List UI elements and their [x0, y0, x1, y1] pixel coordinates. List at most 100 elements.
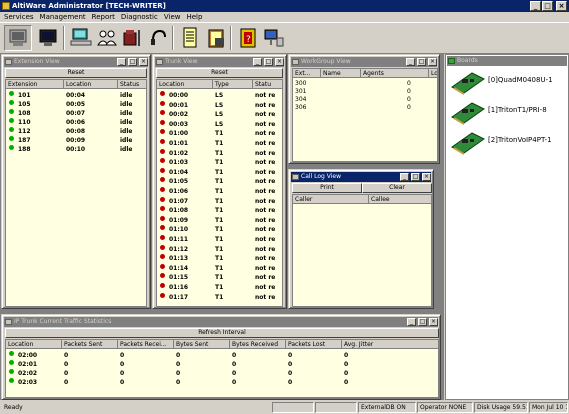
reset-button[interactable]: Reset: [156, 68, 283, 78]
table-row[interactable]: 01:15 T1 not re: [157, 273, 282, 282]
reset-button[interactable]: Reset: [5, 68, 147, 78]
column-header[interactable]: Name: [321, 69, 361, 78]
menu-diagnostic[interactable]: Diagnostic: [121, 13, 158, 21]
column-header[interactable]: Packets Recei...: [118, 340, 174, 349]
users-icon[interactable]: [93, 25, 121, 51]
menu-services[interactable]: Services: [4, 13, 34, 21]
close-button[interactable]: ×: [556, 1, 567, 11]
column-header[interactable]: Callee: [369, 195, 431, 204]
column-header[interactable]: Bytes Sent: [174, 340, 230, 349]
clipboard-lock-icon[interactable]: [203, 25, 231, 51]
table-row[interactable]: 00:01 LS not re: [157, 100, 282, 110]
restore-icon[interactable]: □: [418, 318, 427, 326]
table-row[interactable]: 306 0: [293, 103, 437, 112]
clear-button[interactable]: Clear: [362, 183, 432, 193]
menu-help[interactable]: Help: [186, 13, 202, 21]
restore-icon[interactable]: □: [417, 58, 426, 66]
table-row[interactable]: 00:03 LS not re: [157, 119, 282, 129]
table-row[interactable]: 01:10 T1 not re: [157, 225, 282, 234]
restore-icon[interactable]: □: [411, 173, 420, 181]
table-row[interactable]: 01:13 T1 not re: [157, 254, 282, 263]
minimize-icon[interactable]: _: [253, 58, 262, 66]
minimize-button[interactable]: _: [530, 1, 541, 11]
minimize-icon[interactable]: _: [400, 173, 409, 181]
table-row[interactable]: 02:01 0 0 0 0 0 0: [6, 360, 438, 369]
column-header[interactable]: Bytes Received: [230, 340, 286, 349]
table-row[interactable]: 110 00:06 idle: [6, 118, 146, 127]
column-header[interactable]: Packets Sent: [62, 340, 118, 349]
table-row[interactable]: 01:00 T1 not re: [157, 129, 282, 138]
workgroup-view-titlebar[interactable]: WorkGroup View _ □ ×: [291, 57, 437, 67]
maximize-button[interactable]: □: [542, 1, 553, 11]
board-item[interactable]: [0]QuadM0408U-1: [450, 69, 568, 99]
ip-trunk-stats-titlebar[interactable]: IP Trunk Current Traffic Statistics _ □ …: [4, 317, 438, 327]
table-row[interactable]: 01:03 T1 not re: [157, 158, 282, 167]
column-header[interactable]: Location: [157, 80, 213, 89]
column-header[interactable]: Location: [64, 80, 118, 89]
column-header[interactable]: Extension: [6, 80, 64, 89]
column-header[interactable]: Status: [118, 80, 146, 89]
trunk-view-titlebar[interactable]: Trunk View _ □ ×: [155, 57, 284, 67]
table-row[interactable]: 01:16 T1 not re: [157, 283, 282, 292]
table-row[interactable]: 02:00 0 0 0 0 0 0: [6, 351, 438, 360]
column-header[interactable]: Lo: [429, 69, 437, 78]
table-row[interactable]: 02:03 0 0 0 0 0 0: [6, 378, 438, 387]
table-row[interactable]: 01:11 T1 not re: [157, 235, 282, 244]
phone-tools-icon[interactable]: [119, 25, 147, 51]
table-row[interactable]: 01:14 T1 not re: [157, 263, 282, 273]
print-button[interactable]: Print: [292, 183, 362, 193]
table-row[interactable]: 00:00 LS not re: [157, 91, 282, 100]
restore-icon[interactable]: □: [264, 58, 273, 66]
menu-management[interactable]: Management: [40, 13, 86, 21]
computer-icon[interactable]: [4, 25, 32, 51]
menu-report[interactable]: Report: [92, 13, 115, 21]
refresh-interval-button[interactable]: Refresh Interval: [5, 328, 439, 338]
network-monitor-icon[interactable]: [260, 25, 288, 51]
call-log-view-titlebar[interactable]: Call Log View _ □ ×: [291, 172, 431, 182]
minimize-icon[interactable]: _: [407, 318, 416, 326]
table-row[interactable]: 02:02 0 0 0 0 0 0: [6, 369, 438, 378]
table-row[interactable]: 00:02 LS not re: [157, 110, 282, 119]
document-icon[interactable]: [176, 25, 204, 51]
column-header[interactable]: Ext...: [293, 69, 321, 78]
table-row[interactable]: 01:17 T1 not re: [157, 292, 282, 302]
table-row[interactable]: 01:05 T1 not re: [157, 177, 282, 186]
table-row[interactable]: 105 00:05 idle: [6, 100, 146, 109]
table-row[interactable]: 187 00:09 idle: [6, 136, 146, 145]
table-row[interactable]: 01:07 T1 not re: [157, 196, 282, 206]
column-header[interactable]: Location: [6, 340, 62, 349]
restore-icon[interactable]: □: [128, 58, 137, 66]
column-header[interactable]: Caller: [293, 195, 369, 204]
headset-icon[interactable]: [145, 25, 173, 51]
table-row[interactable]: 108 00:07 idle: [6, 109, 146, 118]
column-header[interactable]: Agents: [361, 69, 429, 78]
monitor-icon[interactable]: [34, 25, 62, 51]
minimize-icon[interactable]: _: [117, 58, 126, 66]
table-row[interactable]: 112 00:08 idle: [6, 127, 146, 136]
table-row[interactable]: 01:08 T1 not re: [157, 206, 282, 215]
close-icon[interactable]: ×: [429, 318, 438, 326]
table-row[interactable]: 01:02 T1 not re: [157, 148, 282, 158]
close-icon[interactable]: ×: [139, 58, 148, 66]
table-row[interactable]: 01:01 T1 not re: [157, 139, 282, 148]
menu-view[interactable]: View: [164, 13, 181, 21]
close-icon[interactable]: ×: [428, 58, 437, 66]
board-item[interactable]: [2]TritonVoIP4PT-1: [450, 129, 568, 159]
table-row[interactable]: 01:12 T1 not re: [157, 244, 282, 254]
extension-view-titlebar[interactable]: Extension View _ □ ×: [4, 57, 148, 67]
table-row[interactable]: 01:04 T1 not re: [157, 167, 282, 177]
table-row[interactable]: 01:06 T1 not re: [157, 187, 282, 196]
boards-titlebar[interactable]: Boards: [447, 56, 567, 66]
column-header[interactable]: Avg. Jitter: [342, 340, 438, 349]
close-icon[interactable]: ×: [422, 173, 431, 181]
column-header[interactable]: Type: [213, 80, 253, 89]
network-computer-icon[interactable]: [67, 25, 95, 51]
close-icon[interactable]: ×: [275, 58, 284, 66]
board-item[interactable]: [1]TritonT1/PRI-8: [450, 99, 568, 129]
help-book-icon[interactable]: ?: [234, 25, 262, 51]
column-header[interactable]: Statu: [253, 80, 282, 89]
minimize-icon[interactable]: _: [406, 58, 415, 66]
column-header[interactable]: Packets Lost: [286, 340, 342, 349]
table-row[interactable]: 101 00:04 idle: [6, 91, 146, 100]
table-row[interactable]: 01:09 T1 not re: [157, 215, 282, 225]
